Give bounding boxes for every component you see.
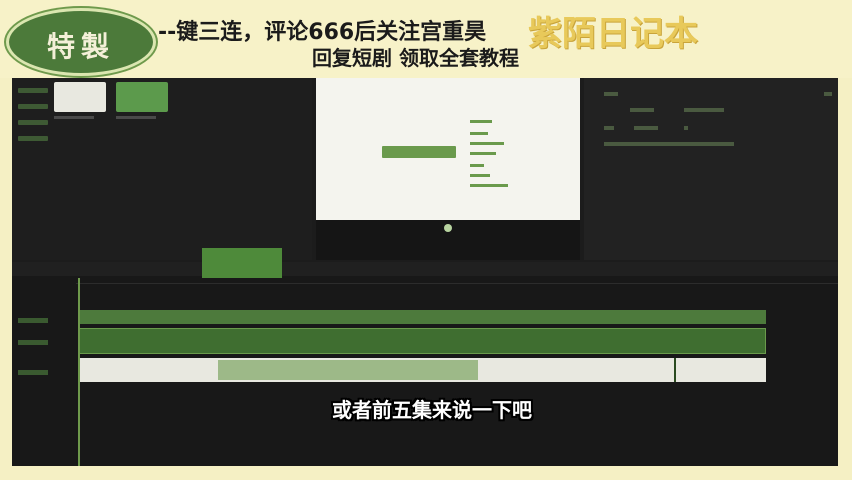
thumbnail-caption (116, 116, 156, 119)
media-thumbnail[interactable] (116, 82, 168, 112)
subtitle-caption: 或者前五集来说一下吧 (332, 398, 532, 422)
property-row (604, 142, 734, 146)
promo-banner: 特製 --键三连，评论666后关注宫重昊 紫陌日记本 回复短剧 领取全套教程 (0, 0, 852, 78)
video-editor-window: 或者前五集来说一下吧 (12, 78, 838, 466)
player-controls (316, 220, 580, 260)
timeline-ruler[interactable] (76, 278, 838, 284)
track-header[interactable] (18, 370, 48, 375)
properties-panel (584, 78, 838, 260)
track-header[interactable] (18, 318, 48, 323)
property-value[interactable] (634, 126, 658, 130)
property-label (604, 126, 614, 130)
dragged-clip-thumbnail[interactable] (202, 248, 282, 278)
media-thumbnail[interactable] (54, 82, 106, 112)
playhead[interactable] (78, 278, 80, 466)
track-header[interactable] (18, 340, 48, 345)
mindmap-branch (470, 184, 508, 187)
brand-watermark: 紫陌日记本 (528, 14, 698, 54)
play-icon[interactable] (444, 224, 452, 232)
mindmap-branch (470, 142, 504, 145)
selected-audio-region[interactable] (218, 360, 478, 380)
subtitle-track[interactable] (78, 310, 766, 324)
audio-track[interactable] (78, 358, 766, 382)
timeline-panel (12, 248, 838, 466)
media-library-panel (12, 78, 312, 260)
badge-text: 特製 (46, 30, 115, 63)
mindmap-root-node (382, 146, 456, 158)
clip-split-marker[interactable] (674, 358, 676, 382)
mindmap-branch (470, 164, 484, 167)
mindmap-branch (470, 132, 488, 135)
preview-canvas[interactable] (316, 78, 580, 220)
media-nav-item[interactable] (18, 120, 48, 125)
timeline-toolbar (12, 262, 838, 276)
mindmap-branch (470, 152, 496, 155)
panel-menu-icon[interactable] (824, 92, 832, 96)
property-label (604, 92, 618, 96)
property-value[interactable] (684, 108, 724, 112)
promo-line-2: 回复短剧 领取全套教程 (312, 46, 519, 70)
special-badge: 特製 (6, 8, 156, 76)
property-value[interactable] (630, 108, 654, 112)
media-nav-item[interactable] (18, 88, 48, 93)
mindmap-branch (470, 174, 490, 177)
video-track[interactable] (78, 328, 766, 354)
media-nav-item[interactable] (18, 104, 48, 109)
thumbnail-caption (54, 116, 94, 119)
media-nav-item[interactable] (18, 136, 48, 141)
mindmap-branch (470, 120, 492, 123)
property-value[interactable] (684, 126, 688, 130)
